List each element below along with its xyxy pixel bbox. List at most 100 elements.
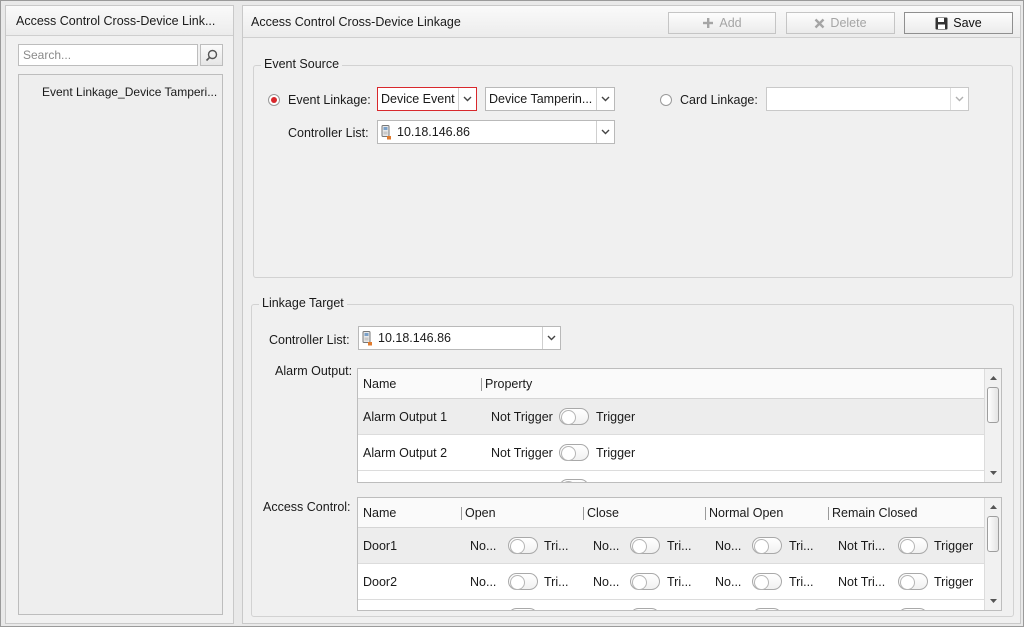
event-linkage-radio[interactable] [268,94,280,106]
event-select[interactable]: Device Tamperin... [485,87,615,111]
close-toggle[interactable] [630,573,660,590]
card-linkage-radio[interactable] [660,94,672,106]
normal-open-not-trigger-label: No... [715,575,742,589]
event-value: Device Tamperin... [489,92,593,106]
not-trigger-label: Not Trigger [491,410,553,424]
save-button-label: Save [953,16,982,30]
linkage-target-group: Linkage Target Controller List: 10.18.14… [251,296,1014,617]
linkage-target-title: Linkage Target [259,296,347,310]
plus-icon [703,18,714,28]
target-controller-select[interactable]: 10.18.146.86 [358,326,561,350]
open-trigger-label: Tri... [544,539,569,553]
caret-up-icon [989,376,997,380]
source-controller-dropdown[interactable] [596,121,614,143]
chevron-down-icon [955,96,964,102]
target-controller-dropdown[interactable] [542,327,560,349]
remain-closed-toggle[interactable] [898,573,928,590]
table-row[interactable]: Alarm Output 2 Not Trigger Trigger [358,435,985,471]
trigger-toggle[interactable] [559,408,589,425]
card-linkage-select[interactable] [766,87,969,111]
column-header-name: Name [363,506,397,520]
table-row[interactable] [358,600,985,610]
access-controller-icon [381,124,391,139]
open-toggle[interactable] [508,537,538,554]
normal-open-not-trigger-label: No... [715,539,742,553]
caret-down-icon [989,599,997,603]
scroll-up-arrow[interactable] [985,500,1001,514]
alarm-output-table: Name Property Alarm Output 1 Not Trigger… [357,368,1002,483]
alarm-output-name: Alarm Output 1 [363,410,448,424]
door-name: Door2 [363,575,398,589]
normal-open-toggle[interactable] [752,608,782,610]
access-controller-icon [362,330,372,345]
scroll-down-arrow[interactable] [985,594,1001,608]
remain-closed-toggle[interactable] [898,537,928,554]
scroll-thumb[interactable] [987,387,999,423]
access-control-table: Name Open Close Normal Open Remain Close… [357,497,1002,611]
trigger-label: Trigger [596,410,636,424]
left-panel-title: Access Control Cross-Device Link... [6,6,233,36]
source-controller-value: 10.18.146.86 [397,125,470,139]
card-linkage-dropdown[interactable] [950,88,968,110]
target-controller-list-label: Controller List: [269,333,350,347]
search-box [18,44,223,68]
remain-closed-not-trigger-label: Not Tri... [838,539,886,553]
scroll-down-arrow[interactable] [985,466,1001,480]
open-toggle[interactable] [508,573,538,590]
normal-open-toggle[interactable] [752,573,782,590]
tree-item-event-linkage[interactable]: Event Linkage_Device Tamperi... [42,85,217,99]
event-type-dropdown[interactable] [458,88,476,110]
right-panel-header: Access Control Cross-Device Linkage Add … [243,6,1020,38]
remain-closed-toggle[interactable] [898,608,928,610]
add-button[interactable]: Add [668,12,776,34]
remain-closed-trigger-label: Trigger [934,539,974,553]
chevron-down-icon [463,96,472,102]
source-controller-select[interactable]: 10.18.146.86 [377,120,615,144]
close-trigger-label: Tri... [667,539,692,553]
window-frame: Access Control Cross-Device Link... Even… [0,0,1024,627]
linkage-tree: Event Linkage_Device Tamperi... [18,74,223,615]
event-dropdown[interactable] [596,88,614,110]
event-source-title: Event Source [261,57,343,71]
right-panel: Access Control Cross-Device Linkage Add … [242,5,1021,624]
close-toggle[interactable] [630,537,660,554]
scroll-up-arrow[interactable] [985,371,1001,385]
table-row[interactable]: Door1 No... Tri... No... Tri... No... Tr… [358,528,985,564]
trigger-toggle[interactable] [559,444,589,461]
event-type-select[interactable]: Device Event [377,87,477,111]
table-row[interactable]: Alarm Output 1 Not Trigger Trigger [358,399,985,435]
column-header-name: Name [363,377,397,391]
scroll-thumb[interactable] [987,516,999,552]
save-button[interactable]: Save [904,12,1013,34]
search-button[interactable] [200,44,223,66]
table-row[interactable]: Door2 No... Tri... No... Tri... No... Tr… [358,564,985,600]
event-type-value: Device Event [381,92,455,106]
normal-open-toggle[interactable] [752,537,782,554]
add-button-label: Add [719,16,742,30]
target-controller-value: 10.18.146.86 [378,331,451,345]
chevron-down-icon [547,335,556,341]
remain-closed-not-trigger-label: Not Tri... [838,575,886,589]
access-control-scrollbar[interactable] [984,498,1001,610]
alarm-output-name: Alarm Output 2 [363,446,448,460]
search-input[interactable] [18,44,198,66]
normal-open-trigger-label: Tri... [789,539,814,553]
open-toggle[interactable] [508,608,538,610]
search-icon [205,49,218,61]
close-toggle[interactable] [630,608,660,610]
trigger-toggle[interactable] [559,479,589,482]
delete-button[interactable]: Delete [786,12,895,34]
caret-up-icon [989,505,997,509]
column-header-close: Close [583,506,619,521]
table-row[interactable] [358,471,985,482]
not-trigger-label: Not Trigger [491,446,553,460]
door-name: Door1 [363,539,398,553]
close-trigger-label: Tri... [667,575,692,589]
caret-down-icon [989,471,997,475]
column-header-open: Open [461,506,496,521]
chevron-down-icon [601,96,610,102]
column-header-remain-closed: Remain Closed [828,506,917,521]
source-controller-list-label: Controller List: [288,126,369,140]
alarm-output-scrollbar[interactable] [984,369,1001,482]
alarm-output-label: Alarm Output: [275,364,353,378]
